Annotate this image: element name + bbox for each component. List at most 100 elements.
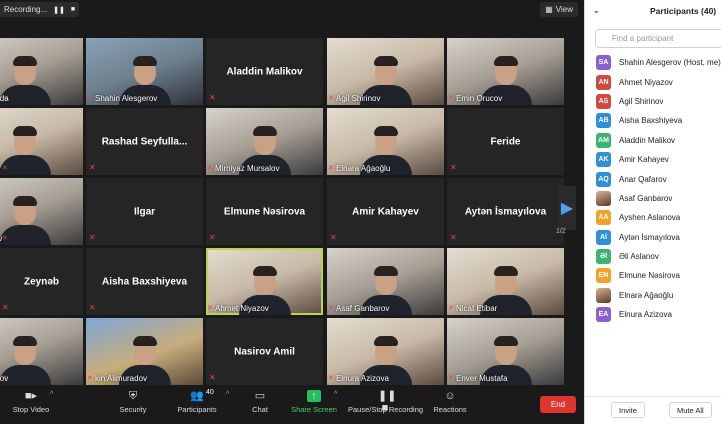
participant-name: Nasirov Amil — [234, 346, 295, 357]
participant-name: Asaf Ganbarov — [336, 304, 390, 313]
invite-button[interactable]: Invite — [611, 402, 645, 418]
participant-list-item[interactable]: AQ Anar Qafarov — [585, 169, 721, 188]
next-page-arrow-icon[interactable]: ▶ — [558, 186, 576, 230]
participant-list-item[interactable]: AM Aladdin Malikov — [585, 131, 721, 150]
participant-tile[interactable]: Ilgar ✕ — [86, 178, 203, 245]
participant-list-name: Shahin Alesgerov (Host, me) — [619, 58, 721, 68]
meeting-toolbar: ■▸ Stop Video ^ ⛨ Security 👥 Participant… — [0, 386, 584, 424]
avatar: SA — [596, 55, 611, 71]
participant-list-name: Anar Qafarov — [619, 174, 667, 184]
avatar: AA — [596, 210, 611, 226]
participant-tile[interactable]: Feride ✕ — [447, 108, 564, 175]
emoji-plus-icon: ☺ — [444, 390, 456, 402]
muted-mic-icon: ✕ — [209, 373, 216, 382]
reactions-button[interactable]: ☺ Reactions — [433, 390, 467, 414]
participant-list-item[interactable]: Aİ Aytən İsmayılova — [585, 228, 721, 247]
muted-mic-icon: ✕ — [328, 375, 334, 382]
security-button[interactable]: ⛨ Security — [115, 390, 151, 414]
participant-list-item[interactable]: Asaf Ganbarov — [585, 189, 721, 208]
participant-name: Ilgar — [133, 206, 156, 217]
participant-tile[interactable]: ✕ Shahin Alesgerov — [86, 38, 203, 105]
participant-list-name: Elnarə Ağaoğlu — [619, 290, 674, 300]
participant-tile[interactable]: Zeynəb ✕ — [0, 248, 83, 315]
participants-caret-icon[interactable]: ^ — [226, 391, 229, 398]
participant-tile[interactable]: ✕ Emin Orucov — [447, 38, 564, 105]
participant-tile[interactable]: ✕Ahmadzada — [0, 38, 83, 105]
participant-name: Feride — [490, 136, 521, 147]
stop-recording-icon[interactable]: ■ — [71, 6, 75, 13]
participant-tile[interactable]: ✕ kin Alimuradov — [86, 318, 203, 385]
muted-mic-icon: ✕ — [328, 95, 334, 102]
participant-list-item[interactable]: AK Amir Kahayev — [585, 150, 721, 169]
participant-tile[interactable]: ✕ Elnura Azizova — [327, 318, 444, 385]
participants-label: Participants — [177, 405, 217, 414]
avatar: AQ — [596, 171, 611, 187]
participant-list-item[interactable]: EA Elnura Azizova — [585, 305, 721, 324]
page-indicator: 1/2 — [556, 228, 566, 235]
top-bar: Recording... ❚❚ ■ ▦ View — [0, 0, 584, 20]
participant-list-item[interactable]: Əl Əli Aslanov — [585, 247, 721, 266]
participant-list-item[interactable]: AS Agil Shirinov — [585, 92, 721, 111]
participant-name: r Taghiyev — [0, 234, 3, 243]
participant-list-item[interactable]: Elnarə Ağaoğlu — [585, 286, 721, 305]
avatar — [596, 287, 611, 303]
participant-tile[interactable]: Aisha Baxshiyeva ✕ — [86, 248, 203, 315]
participant-name: kin Alimuradov — [95, 374, 148, 383]
participant-name: Elnara Ağaoğlu — [336, 164, 391, 173]
panel-header: ⌄ Participants (40) — [585, 0, 721, 22]
video-options-caret-icon[interactable]: ^ — [50, 391, 53, 398]
participant-tile[interactable]: ✕ Agil Shirinov — [327, 38, 444, 105]
participant-list-item[interactable]: AB Aisha Baxshiyeva — [585, 111, 721, 130]
participant-list-name: Aisha Baxshiyeva — [619, 116, 683, 126]
participant-tile[interactable]: Nasirov Amil ✕ — [206, 318, 323, 385]
avatar: AS — [596, 93, 611, 109]
view-label: View — [555, 5, 573, 14]
participant-tile[interactable]: ✕riz Camalov — [0, 318, 83, 385]
muted-mic-icon: ✕ — [87, 375, 93, 382]
muted-mic-icon: ✕ — [328, 305, 334, 312]
participant-name: Emin Orucov — [456, 94, 503, 103]
mute-all-button[interactable]: Mute All — [669, 402, 712, 418]
participant-tile[interactable]: ✕ Nicat Etibar — [447, 248, 564, 315]
participant-tile[interactable]: ✕ Elnara Ağaoğlu — [327, 108, 444, 175]
muted-mic-icon: ✕ — [207, 165, 213, 172]
participant-list-name: Elmune Nəsirova — [619, 271, 680, 281]
participant-list-item[interactable]: AA Ayshen Aslanova — [585, 208, 721, 227]
pause-stop-icon: ❚❚ ■ — [378, 390, 397, 414]
participant-tile[interactable]: ✕ Asaf Ganbarov — [327, 248, 444, 315]
muted-mic-icon: ✕ — [450, 163, 457, 172]
participant-name: Shahin Alesgerov — [95, 94, 158, 103]
participant-tile[interactable]: ✕ Ahmet Niyazov — [206, 248, 323, 315]
participant-name: Enver Mustafa — [456, 374, 508, 383]
participant-list-item[interactable]: EN Elmune Nəsirova — [585, 266, 721, 285]
end-meeting-button[interactable]: End — [540, 396, 576, 413]
participant-name: Elnura Azizova — [336, 374, 389, 383]
participant-tile[interactable]: Aladdin Malikov ✕ — [206, 38, 323, 105]
participant-list-item[interactable]: SA Shahin Alesgerov (Host, me) — [585, 53, 721, 72]
participant-list-item[interactable]: AN Ahmet Niyazov — [585, 72, 721, 91]
participant-tile[interactable]: Aytən İsmayılova ✕ — [447, 178, 564, 245]
participant-tile[interactable]: ✕Qafarov — [0, 108, 83, 175]
avatar: AM — [596, 132, 611, 148]
view-button[interactable]: ▦ View — [540, 2, 578, 17]
stop-video-button[interactable]: ■▸ Stop Video — [10, 390, 52, 414]
participant-tile[interactable]: ✕ Mirniyaz Mursalov — [206, 108, 323, 175]
participant-search-input[interactable] — [595, 29, 721, 48]
share-options-caret-icon[interactable]: ^ — [334, 391, 337, 398]
participant-tile[interactable]: Rashad Seyfulla... ✕ — [86, 108, 203, 175]
participant-tile[interactable]: ✕r Taghiyev — [0, 178, 83, 245]
chat-button[interactable]: ▭ Chat — [248, 390, 272, 414]
participant-name: Ahmet Niyazov — [215, 304, 269, 313]
participant-name: Rashad Seyfulla... — [101, 136, 188, 147]
muted-mic-icon: ✕ — [2, 165, 8, 172]
collapse-chevron-icon[interactable]: ⌄ — [593, 6, 600, 15]
participant-tile[interactable]: Amir Kahayev ✕ — [327, 178, 444, 245]
panel-title: Participants (40) — [650, 6, 717, 16]
pause-stop-recording-button[interactable]: ❚❚ ■ Pause/Stop Recording — [348, 390, 423, 414]
share-screen-button[interactable]: ↑ Share Screen — [291, 390, 337, 414]
participant-tile[interactable]: Elmune Nəsirova ✕ — [206, 178, 323, 245]
pause-recording-icon[interactable]: ❚❚ — [53, 6, 65, 14]
participant-tile[interactable]: ✕ Enver Mustafa — [447, 318, 564, 385]
grid-icon: ▦ — [545, 5, 553, 14]
participant-list-name: Aytən İsmayılova — [619, 232, 680, 242]
